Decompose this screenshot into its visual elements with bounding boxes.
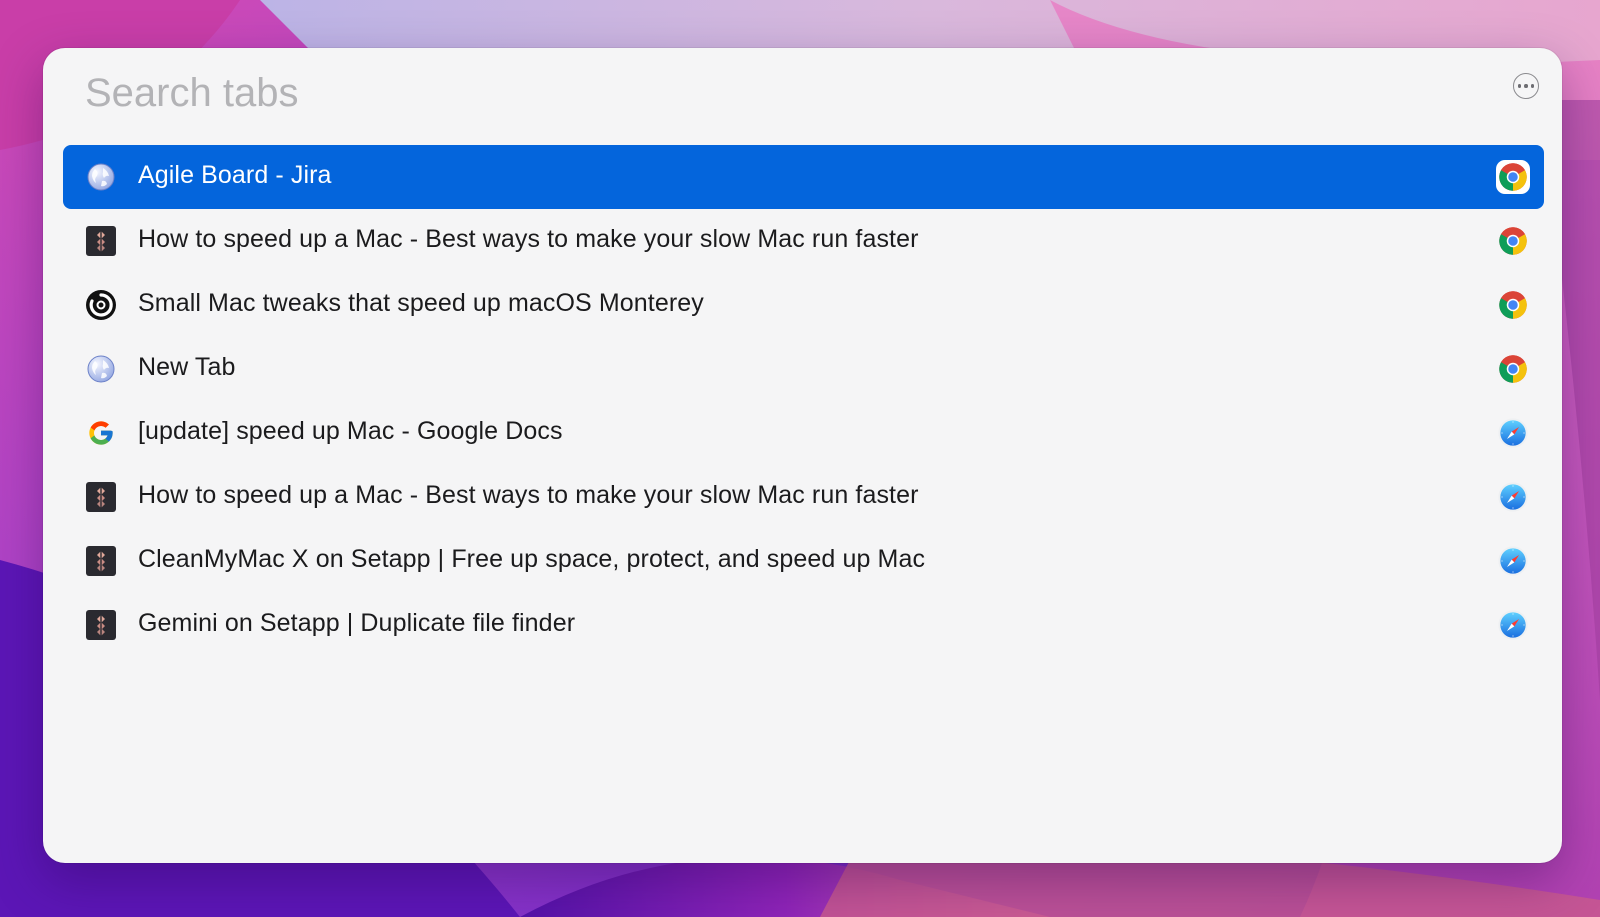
more-options-button[interactable]	[1513, 73, 1539, 99]
ellipsis-dot	[1517, 84, 1522, 88]
ellipsis-dot	[1530, 84, 1535, 88]
tab-row[interactable]: New Tab	[63, 337, 1544, 401]
tab-row[interactable]: Small Mac tweaks that speed up macOS Mon…	[63, 273, 1544, 337]
globe-icon	[85, 353, 117, 385]
tab-title: How to speed up a Mac - Best ways to mak…	[138, 224, 919, 253]
setapp-icon	[85, 609, 117, 641]
ellipsis-dot	[1524, 84, 1528, 88]
swirl-logo-icon	[85, 289, 117, 321]
chrome-icon	[1496, 224, 1530, 258]
tab-title: Agile Board - Jira	[138, 160, 332, 189]
setapp-icon	[85, 545, 117, 577]
tab-row[interactable]: Gemini on Setapp | Duplicate file finder	[63, 593, 1544, 657]
tab-row[interactable]: CleanMyMac X on Setapp | Free up space, …	[63, 529, 1544, 593]
safari-icon	[1496, 480, 1530, 514]
tab-row[interactable]: [update] speed up Mac - Google Docs	[63, 401, 1544, 465]
search-tabs-input[interactable]	[85, 66, 1385, 120]
tab-list: Agile Board - Jira How to speed up a Mac…	[63, 145, 1544, 657]
setapp-icon	[85, 225, 117, 257]
tab-title: New Tab	[138, 352, 236, 381]
google-icon	[85, 417, 117, 449]
tab-title: Gemini on Setapp | Duplicate file finder	[138, 608, 576, 637]
tab-row-selected[interactable]: Agile Board - Jira	[63, 145, 1544, 209]
tab-row[interactable]: How to speed up a Mac - Best ways to mak…	[63, 209, 1544, 273]
tab-title: CleanMyMac X on Setapp | Free up space, …	[138, 544, 926, 573]
chrome-icon	[1496, 352, 1530, 386]
tab-switcher-panel: Agile Board - Jira How to speed up a Mac…	[43, 48, 1562, 863]
chrome-icon	[1496, 288, 1530, 322]
tab-row[interactable]: How to speed up a Mac - Best ways to mak…	[63, 465, 1544, 529]
tab-title: How to speed up a Mac - Best ways to mak…	[138, 480, 919, 509]
tab-title: [update] speed up Mac - Google Docs	[138, 416, 563, 445]
chrome-icon	[1496, 160, 1530, 194]
safari-icon	[1496, 416, 1530, 450]
setapp-icon	[85, 481, 117, 513]
tab-title: Small Mac tweaks that speed up macOS Mon…	[138, 288, 704, 317]
globe-icon	[85, 161, 117, 193]
safari-icon	[1496, 608, 1530, 642]
safari-icon	[1496, 544, 1530, 578]
